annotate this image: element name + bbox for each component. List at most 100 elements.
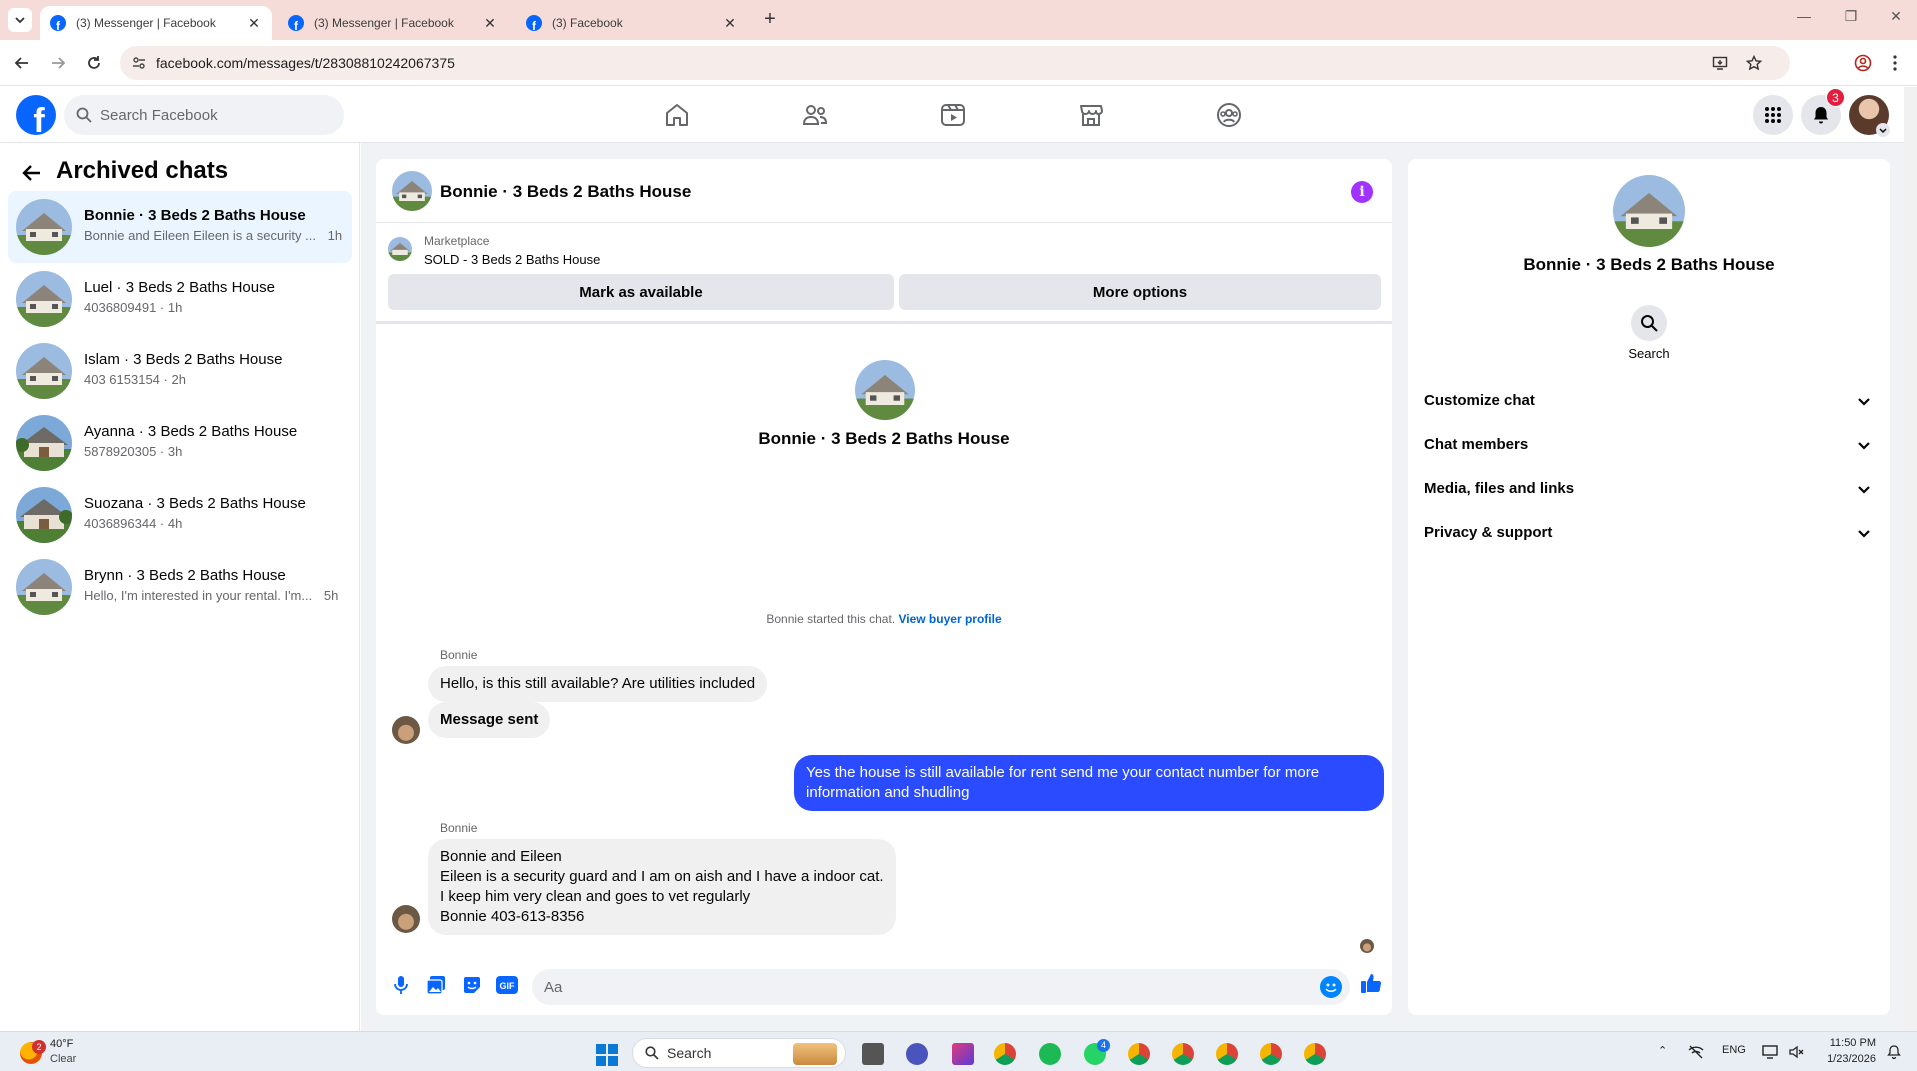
forward-button[interactable]: [47, 52, 69, 74]
network-offline-icon[interactable]: [1688, 1044, 1704, 1060]
chrome-profile-icon[interactable]: [1304, 1043, 1326, 1065]
gif-icon[interactable]: GIF: [496, 974, 518, 996]
chat-members-section[interactable]: Chat members: [1424, 423, 1890, 467]
windows-taskbar: 2 40°F Clear Search 4 ⌃ ENG 11:50 PM 1/2…: [0, 1031, 1917, 1071]
close-tab-icon[interactable]: ✕: [722, 15, 738, 32]
clock-time[interactable]: 11:50 PM: [1820, 1037, 1876, 1049]
microphone-icon[interactable]: [390, 974, 412, 996]
marketplace-label: Marketplace: [424, 234, 490, 248]
facebook-search-input[interactable]: Search Facebook: [64, 95, 344, 135]
windows-start-icon[interactable]: [596, 1044, 618, 1066]
incoming-message[interactable]: Bonnie and Eileen Eileen is a security g…: [428, 839, 896, 935]
taskbar-search[interactable]: Search: [632, 1038, 846, 1068]
reload-button[interactable]: [83, 52, 105, 74]
tab-search-button[interactable]: [8, 8, 32, 32]
chevron-down-icon: [1858, 530, 1870, 538]
chrome-profile-icon[interactable]: [1260, 1043, 1282, 1065]
media-files-links-section[interactable]: Media, files and links: [1424, 467, 1890, 511]
site-info-icon[interactable]: [132, 56, 146, 70]
show-hidden-icons-icon[interactable]: ⌃: [1658, 1044, 1667, 1057]
language-indicator[interactable]: ENG: [1722, 1044, 1746, 1056]
emoji-icon[interactable]: [1320, 976, 1342, 998]
mark-as-available-button[interactable]: Mark as available: [388, 274, 894, 310]
close-tab-icon[interactable]: ✕: [246, 15, 262, 32]
back-arrow-icon[interactable]: [20, 161, 44, 185]
facebook-logo-icon[interactable]: f: [16, 95, 56, 135]
profile-icon[interactable]: [1854, 54, 1872, 72]
menu-kebab-icon[interactable]: [1892, 54, 1898, 72]
menu-button[interactable]: [1753, 95, 1793, 135]
browser-tab-messenger-2[interactable]: f (3) Messenger | Facebook ✕: [278, 6, 508, 40]
facebook-favicon-icon: f: [526, 15, 542, 31]
conversation-avatar[interactable]: [392, 171, 432, 211]
browser-tab-facebook[interactable]: f (3) Facebook ✕: [516, 6, 748, 40]
url-text: facebook.com/messages/t/2830881024206737…: [156, 55, 455, 71]
chat-item-ayanna[interactable]: Ayanna · 3 Beds 2 Baths House 5878920305…: [8, 407, 352, 479]
browser-tab-messenger-1[interactable]: f (3) Messenger | Facebook ✕: [40, 6, 272, 40]
facebook-favicon-icon: f: [288, 15, 304, 31]
sender-avatar[interactable]: [392, 716, 420, 744]
star-icon[interactable]: [1746, 55, 1762, 71]
page-scrollbar[interactable]: [1904, 87, 1917, 1031]
conversation-profile-avatar[interactable]: [855, 360, 915, 420]
chrome-icon[interactable]: [994, 1043, 1016, 1065]
close-window-icon[interactable]: ✕: [1886, 8, 1906, 25]
more-options-button[interactable]: More options: [899, 274, 1381, 310]
groups-icon[interactable]: [1215, 101, 1243, 129]
message-composer[interactable]: [532, 969, 1350, 1005]
search-in-conversation-button[interactable]: [1631, 305, 1667, 341]
home-icon[interactable]: [663, 101, 691, 129]
chrome-profile-icon[interactable]: [1128, 1043, 1150, 1065]
teams-icon[interactable]: [906, 1043, 928, 1065]
restore-window-icon[interactable]: ❐: [1841, 8, 1861, 25]
account-chevron-icon[interactable]: [1876, 123, 1890, 137]
info-icon[interactable]: i: [1351, 181, 1373, 203]
outgoing-message[interactable]: Yes the house is still available for ren…: [794, 755, 1384, 811]
details-avatar[interactable]: [1613, 175, 1685, 247]
chat-item-suozana[interactable]: Suozana · 3 Beds 2 Baths House 403689634…: [8, 479, 352, 551]
minimize-window-icon[interactable]: —: [1794, 8, 1814, 24]
conversation-panel: Bonnie · 3 Beds 2 Baths House i Marketpl…: [376, 159, 1392, 1015]
install-app-icon[interactable]: [1712, 55, 1728, 71]
incoming-message[interactable]: Message sent: [428, 702, 551, 738]
divider: [376, 321, 1392, 324]
listing-thumbnail: [388, 237, 412, 261]
address-bar[interactable]: facebook.com/messages/t/2830881024206737…: [120, 46, 1790, 80]
thumbs-up-icon[interactable]: [1360, 972, 1382, 994]
view-buyer-profile-link[interactable]: View buyer profile: [898, 612, 1001, 626]
back-button[interactable]: [11, 52, 33, 74]
sticker-icon[interactable]: [461, 974, 483, 996]
photo-icon[interactable]: [425, 974, 447, 996]
chat-item-luel[interactable]: Luel · 3 Beds 2 Baths House 4036809491 ·…: [8, 263, 352, 335]
volume-muted-icon[interactable]: [1788, 1044, 1804, 1060]
chat-item-islam[interactable]: Islam · 3 Beds 2 Baths House 403 6153154…: [8, 335, 352, 407]
house-thumbnail: [16, 559, 72, 615]
friends-icon[interactable]: [801, 101, 829, 129]
new-tab-button[interactable]: +: [758, 8, 782, 31]
incoming-message[interactable]: Hello, is this still available? Are util…: [428, 666, 768, 702]
marketplace-icon[interactable]: [1077, 101, 1105, 129]
clock-date[interactable]: 1/23/2026: [1812, 1053, 1876, 1065]
privacy-support-section[interactable]: Privacy & support: [1424, 511, 1890, 555]
listing-title[interactable]: SOLD - 3 Beds 2 Baths House: [424, 252, 600, 267]
chat-started-notice: Bonnie started this chat. View buyer pro…: [376, 612, 1392, 626]
task-view-icon[interactable]: [862, 1043, 884, 1065]
sender-avatar[interactable]: [392, 905, 420, 933]
chat-item-bonnie[interactable]: Bonnie · 3 Beds 2 Baths House Bonnie and…: [8, 191, 352, 263]
chat-name: Islam · 3 Beds 2 Baths House: [84, 351, 283, 368]
message-input[interactable]: [544, 969, 1304, 1005]
notification-bell-icon[interactable]: [1886, 1044, 1902, 1060]
display-icon[interactable]: [1762, 1044, 1778, 1060]
spotify-icon[interactable]: [1039, 1043, 1061, 1065]
customize-chat-section[interactable]: Customize chat: [1424, 379, 1890, 423]
chat-time: 5h: [323, 588, 339, 603]
browser-toolbar: facebook.com/messages/t/2830881024206737…: [0, 40, 1917, 86]
close-tab-icon[interactable]: ✕: [482, 15, 498, 32]
video-icon[interactable]: [939, 101, 967, 129]
house-thumbnail: [16, 271, 72, 327]
chrome-profile-icon[interactable]: [1172, 1043, 1194, 1065]
snipping-tool-icon[interactable]: [952, 1043, 974, 1065]
chrome-profile-icon[interactable]: [1216, 1043, 1238, 1065]
conversation-title[interactable]: Bonnie · 3 Beds 2 Baths House: [440, 182, 691, 202]
chat-item-brynn[interactable]: Brynn · 3 Beds 2 Baths House Hello, I'm …: [8, 551, 352, 623]
